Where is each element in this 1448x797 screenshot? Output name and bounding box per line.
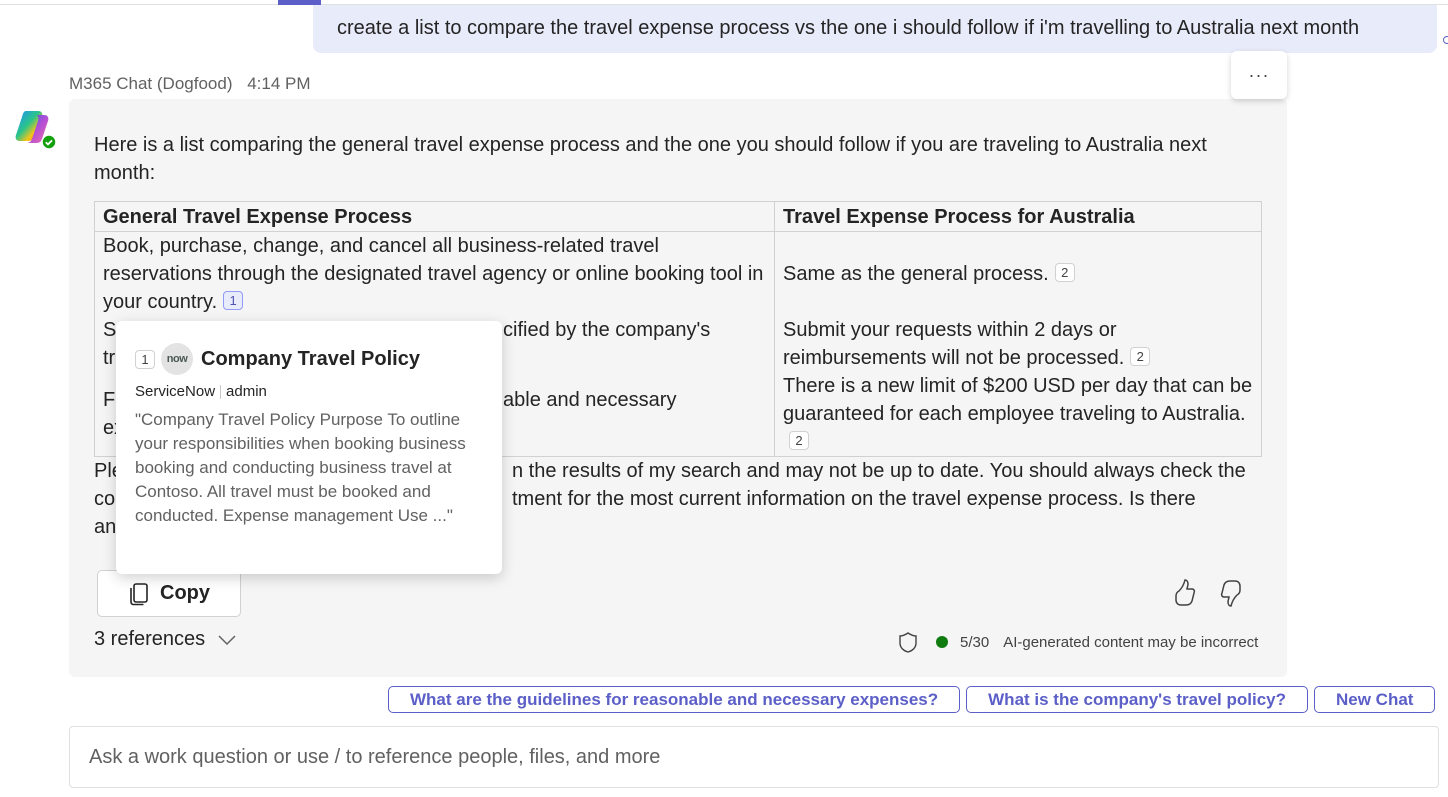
bot-message-header: M365 Chat (Dogfood) 4:14 PM [69,74,311,94]
more-options-button[interactable]: ··· [1231,51,1287,99]
table-header-row: General Travel Expense Process Travel Ex… [94,201,1262,232]
thumbs-up-button[interactable] [1170,578,1198,608]
citation-marker[interactable]: 2 [1054,263,1075,282]
citation-marker[interactable]: 1 [223,291,244,310]
citation-marker[interactable]: 2 [1130,347,1151,366]
table-cell-australia: Same as the general process. 2 [774,231,1262,316]
table-cell-australia: There is a new limit of $200 USD per day… [774,372,1262,457]
suggestion-travel-policy[interactable]: What is the company's travel policy? [966,686,1308,713]
column-header-general: General Travel Expense Process [94,201,775,232]
citation-marker[interactable]: 2 [789,431,809,450]
status-dot [936,636,948,648]
copy-icon [130,582,148,605]
citation-title[interactable]: Company Travel Policy [201,348,420,371]
copilot-avatar [12,105,57,150]
references-toggle[interactable]: 3 references [94,628,237,651]
copilot-logo-icon [15,111,57,150]
copy-button[interactable]: Copy [97,570,241,617]
response-intro: Here is a list comparing the general tra… [94,134,1207,184]
citation-source: ServiceNow [135,383,216,400]
message-timestamp: 4:14 PM [247,74,311,93]
copy-label: Copy [160,582,210,604]
user-message: create a list to compare the travel expe… [313,5,1437,53]
meta-separator [220,384,222,399]
column-header-australia: Travel Expense Process for Australia [774,201,1262,232]
citation-popup-header: 1 now Company Travel Policy [135,343,483,375]
new-chat-button[interactable]: New Chat [1313,686,1436,713]
servicenow-logo-icon: now [161,343,193,375]
table-cell-australia: Submit your requests within 2 days or re… [774,316,1262,372]
sent-status-icon [1443,36,1448,44]
thumbs-down-icon [1220,580,1241,607]
citation-popup: 1 now Company Travel Policy ServiceNow a… [116,321,502,574]
thumbs-down-button[interactable] [1218,578,1246,608]
table-cell-general: Book, purchase, change, and cancel all b… [94,231,775,316]
suggestion-reasonable-expenses[interactable]: What are the guidelines for reasonable a… [388,686,961,713]
ai-notice: AI-generated content may be incorrect [1003,633,1259,651]
citation-author: admin [226,383,267,400]
citation-snippet: "Company Travel Policy Purpose To outlin… [135,410,466,525]
references-label: 3 references [94,628,206,650]
citation-meta: ServiceNow admin [135,383,483,400]
chevron-down-icon [218,634,236,645]
message-footer: 5/30 AI-generated content may be incorre… [898,630,1258,654]
table-row: Book, purchase, change, and cancel all b… [94,231,1262,316]
ellipsis-icon: ··· [1248,64,1270,85]
user-message-text: create a list to compare the travel expe… [337,17,1360,39]
compose-box [69,726,1439,788]
shield-icon[interactable] [898,631,918,653]
suggestion-chips: What are the guidelines for reasonable a… [388,686,1436,713]
sender-name: M365 Chat (Dogfood) [69,74,233,93]
message-count: 5/30 [960,633,990,651]
message-input[interactable] [70,727,1438,787]
thumbs-up-icon [1175,579,1196,606]
citation-index: 1 [135,349,155,369]
